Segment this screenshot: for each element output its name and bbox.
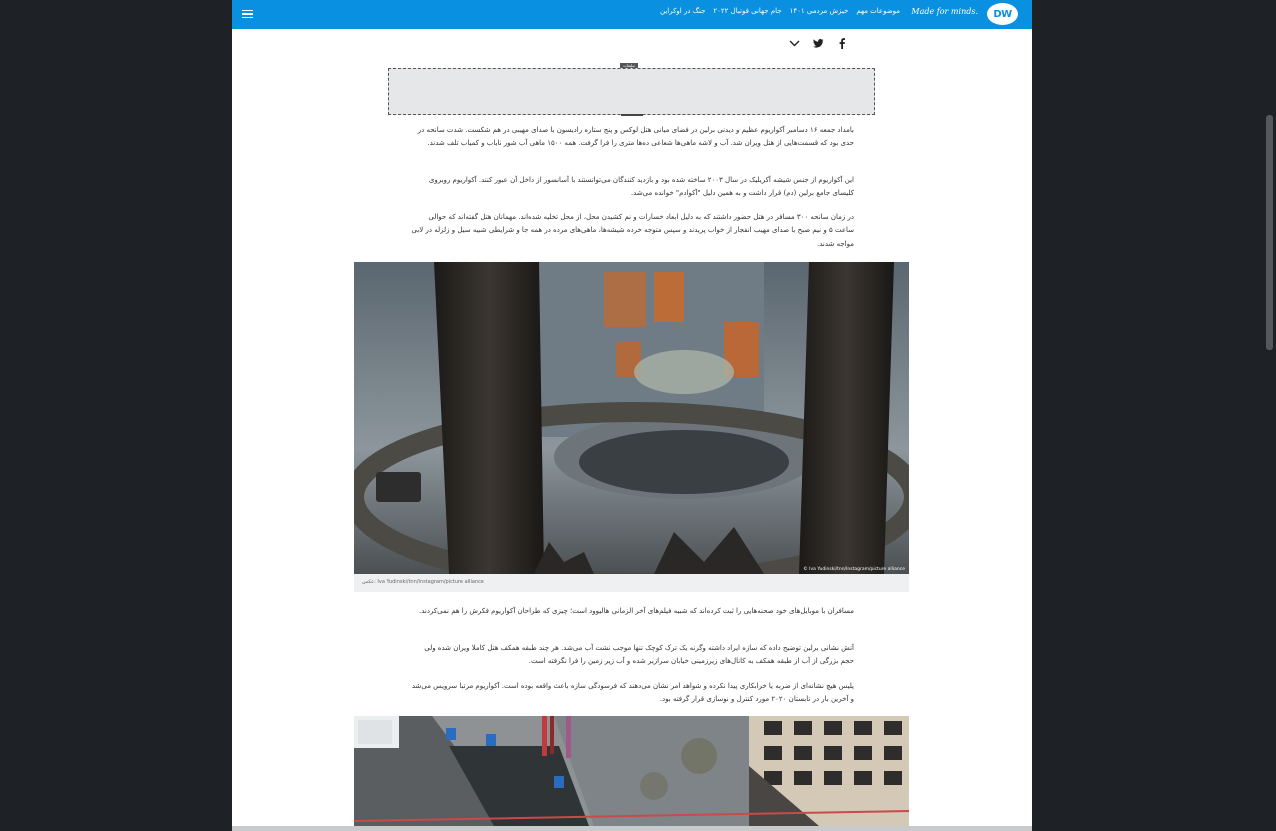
photo-caption: عکس: Iva Yudinski/tnn/Instagram/picture … — [362, 579, 484, 585]
twitter-icon[interactable] — [812, 36, 824, 50]
article-paragraph: پلیس هیچ نشانه‌ای از ضربه یا خرابکاری پی… — [411, 682, 854, 704]
article-paragraph: آتش نشانی برلین توضیح داده که سازه ایراد… — [424, 644, 854, 666]
nav-link-ukraine-war[interactable]: جنگ در اوکراین — [660, 7, 705, 15]
topic-nav: موضوعات مهم خیزش مردمی ۱۴۰۱ جام جهانی فو… — [660, 7, 900, 15]
photo-credit: © Iva Yudinski/tnn/Instagram/picture all… — [803, 567, 905, 572]
article-page: موضوعات مهم خیزش مردمی ۱۴۰۱ جام جهانی فو… — [232, 0, 1032, 831]
page-bottom-edge — [232, 826, 1032, 831]
advertisement-placeholder[interactable] — [388, 68, 875, 115]
page-scrollbar[interactable] — [1263, 0, 1276, 831]
article-paragraph: این آکواریوم از جنس شیشه آکریلیک در سال … — [428, 176, 854, 198]
share-bar — [788, 35, 848, 51]
ad-divider — [621, 114, 643, 116]
nav-link-uprising[interactable]: خیزش مردمی ۱۴۰۱ — [790, 7, 849, 15]
aquarium-photo: © Iva Yudinski/tnn/Instagram/picture all… — [354, 262, 909, 574]
photo-caption-bar: عکس: Iva Yudinski/tnn/Instagram/picture … — [354, 574, 909, 592]
top-navigation-bar: موضوعات مهم خیزش مردمی ۱۴۰۱ جام جهانی فو… — [232, 0, 1032, 29]
article-paragraph: در زمان سانحه ۳۰۰ مسافر در هتل حضور داشت… — [411, 213, 854, 248]
share-more-chevron-down-icon[interactable] — [788, 36, 800, 50]
tagline: Made for minds. — [911, 7, 978, 16]
facebook-icon[interactable] — [836, 36, 848, 50]
street-aerial-photo — [354, 716, 909, 826]
dw-logo[interactable]: DW — [987, 3, 1018, 25]
nav-link-important-topics[interactable]: موضوعات مهم — [856, 7, 900, 15]
nav-link-world-cup[interactable]: جام جهانی فوتبال ۲۰۲۲ — [713, 7, 781, 15]
scrollbar-thumb[interactable] — [1266, 115, 1273, 350]
article-paragraph: مسافران با موبایل‌های خود صحنه‌هایی را ث… — [419, 607, 854, 615]
article-paragraph: بامداد جمعه ۱۶ دسامبر آکواریوم عظیم و دی… — [417, 126, 854, 148]
hamburger-menu-icon[interactable] — [242, 6, 256, 22]
